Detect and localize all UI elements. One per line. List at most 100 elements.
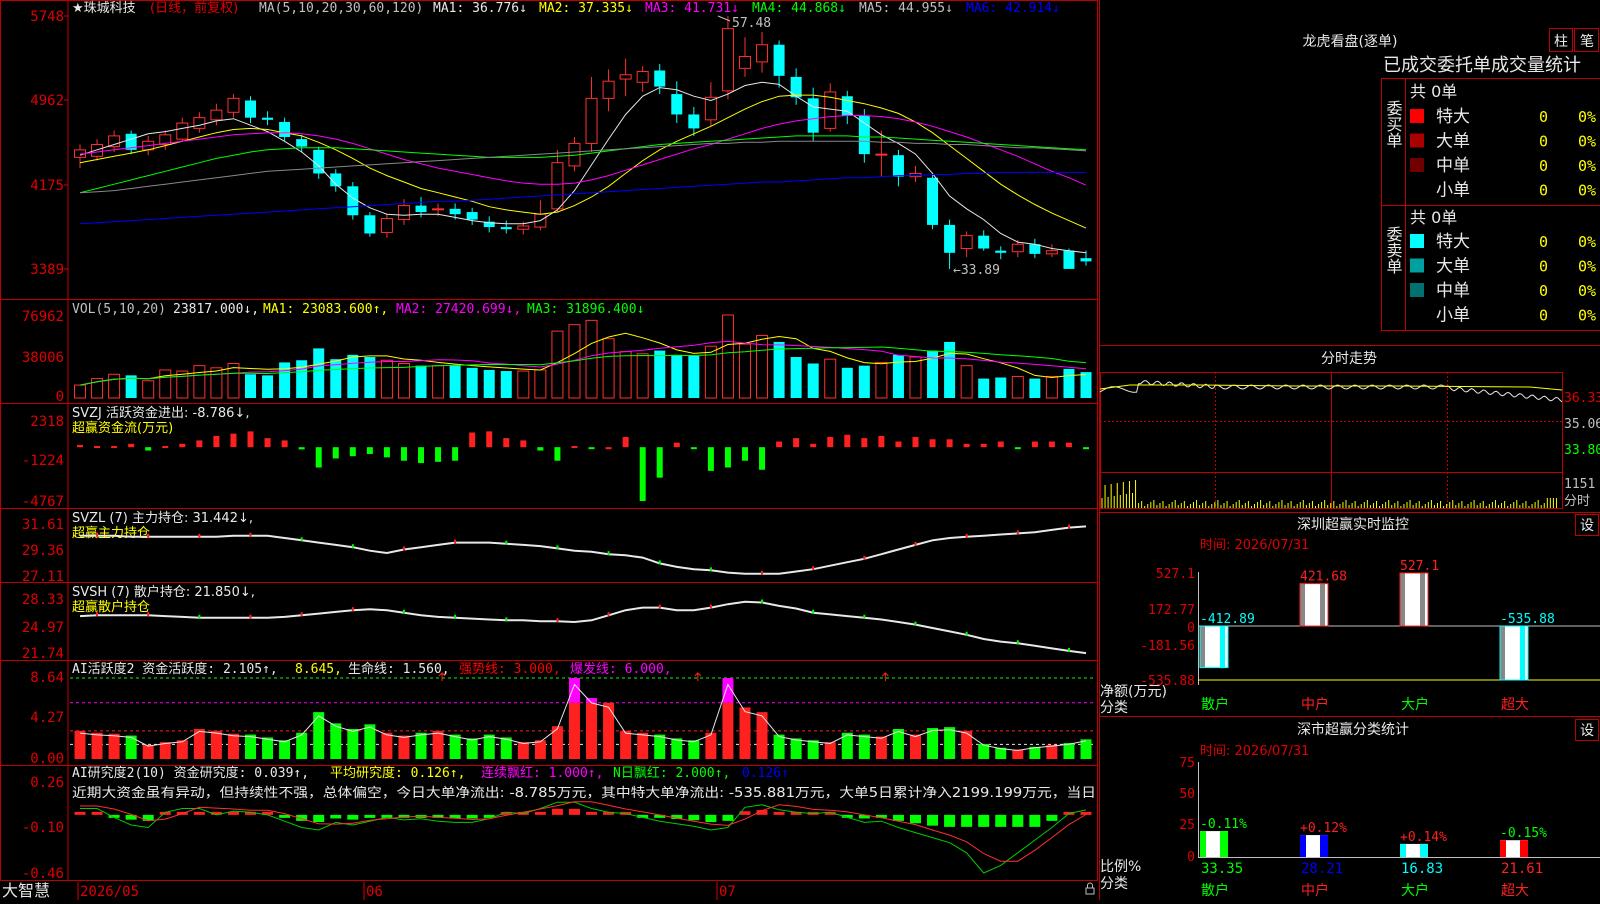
research-bar [467, 815, 478, 819]
research-bar [944, 815, 955, 827]
classify-value: 16.83 [1401, 861, 1443, 877]
date-label[interactable]: 2026/05 [80, 884, 139, 900]
holding-mark [556, 618, 558, 622]
volume-bar [1012, 376, 1023, 398]
research-bar [774, 812, 785, 815]
volume-bar [1081, 372, 1092, 398]
classify-x-title: 分类 [1100, 876, 1128, 892]
volume-ma1: MA1: 23083.600↑, [263, 302, 388, 317]
svzj-tick: 2318 [30, 414, 64, 430]
volume-ma2: MA2: 27420.699↓, [396, 302, 521, 317]
holding-mark [198, 534, 200, 538]
holding-mark [250, 615, 252, 619]
activity-bar [825, 742, 836, 759]
volume-value: 23817.000↓, [173, 302, 259, 317]
sell-total: 共 0单 [1410, 208, 1457, 227]
chart-mode: (日线，前复权) [150, 0, 238, 16]
classify-y-title: 比例% [1100, 859, 1141, 875]
buy-total: 共 0单 [1410, 82, 1457, 101]
svsh-tick: 24.97 [22, 620, 64, 636]
fund-flow-bar [265, 438, 271, 447]
svzj-subheader: 超赢资金流(万元) [72, 420, 173, 436]
order-color-swatch [1410, 183, 1424, 197]
svzl-subheader: 超赢主力持仓 [72, 525, 150, 541]
activity-bar [143, 745, 154, 759]
ma5-value: MA5: 44.955↓ [859, 1, 953, 16]
fund-flow-bar [554, 447, 560, 461]
monitor-bar-label: 超大 [1501, 697, 1529, 713]
classify-settings-label: 设 [1580, 723, 1594, 739]
tab-bar-column-label: 柱 [1554, 34, 1568, 50]
holding-mark [301, 612, 303, 616]
monitor-bar-label: 大户 [1401, 696, 1429, 713]
activity-bar [654, 735, 665, 759]
holding-mark [710, 605, 712, 609]
volume-header: VOL(5,10,20) 23817.000↓, MA1: 23083.600↑… [72, 302, 644, 317]
svsh-tick: 21.74 [22, 646, 64, 662]
research-bar [364, 815, 375, 818]
volume-bar [296, 360, 307, 398]
volume-bar [364, 357, 375, 398]
activity-bar [535, 740, 546, 759]
holding-mark [454, 540, 456, 544]
volume-def: VOL(5,10,20) [72, 302, 166, 317]
activity-bar [279, 740, 290, 759]
classify-label: 散户 [1201, 882, 1229, 899]
monitor-tick: 527.1 [1156, 567, 1195, 582]
intraday-tick: 36.33 [1564, 391, 1600, 406]
holding-mark [96, 533, 98, 537]
fund-flow-bar [878, 436, 884, 447]
fund-flow-bar [606, 447, 612, 449]
activity-bar [603, 703, 614, 759]
date-label[interactable]: 06 [366, 884, 383, 900]
ai-research-header: AI研究度2(10) 资金研究度: 0.039↑, 平均研究度: 0.126↑,… [72, 765, 789, 781]
volume-bar [143, 381, 154, 398]
order-percent: 0% [1578, 133, 1596, 151]
classify-tick: 25 [1179, 818, 1195, 833]
monitor-bar-value: 421.68 [1300, 570, 1347, 585]
holding-mark [659, 605, 661, 609]
sell-side-label: 委卖单 [1384, 226, 1403, 274]
volume-bar [842, 368, 853, 398]
fund-flow-bar [657, 447, 663, 477]
ai-activity-axis: 8.64 4.27 0.00 [30, 670, 64, 767]
activity-bar [518, 742, 529, 759]
fund-flow-bar [1032, 442, 1038, 448]
classify-time: 时间: 2026/07/31 [1200, 744, 1309, 759]
buy-side-label: 委买单 [1384, 100, 1403, 148]
order-count: 0 [1539, 182, 1548, 200]
activity-bar [620, 731, 631, 759]
classify-tick: 0 [1187, 850, 1195, 865]
activity-bar [433, 731, 444, 759]
ai-research-commentary: 近期大资金虽有异动，但持续性不强，总体偏空，今日大单净流出: -8.785万元，… [72, 785, 1096, 801]
holding-mark [147, 612, 149, 616]
volume-bar [876, 362, 887, 398]
fund-flow-bar [486, 431, 492, 447]
dragon-columns-title: 已成交委托单成交量统计 [1383, 55, 1581, 76]
ai-research-main: AI研究度2(10) 资金研究度: 0.039↑, [72, 765, 309, 781]
activity-bar [722, 703, 733, 759]
fund-flow-bar [248, 431, 254, 447]
activity-bar [160, 742, 171, 759]
activity-bar [381, 733, 392, 759]
price-header: ★珠城科技 (日线，前复权) MA(5,10,20,30,60,120) MA1… [72, 0, 1060, 16]
svzj-tick: -4767 [22, 494, 64, 510]
volume-bar [825, 359, 836, 398]
ai-activity-tick: 0.00 [30, 751, 64, 767]
order-count: 0 [1539, 282, 1548, 300]
order-percent: 0% [1578, 108, 1596, 126]
date-label[interactable]: 07 [719, 884, 736, 900]
activity-bar [450, 735, 461, 759]
fund-flow-bar [1015, 447, 1021, 449]
ma1-value: MA1: 36.776↓ [433, 1, 527, 16]
fund-flow-bar [213, 436, 219, 447]
holding-mark [352, 544, 354, 548]
fund-flow-bar [1083, 447, 1089, 449]
svsh-tick: 28.33 [22, 592, 64, 608]
holding-mark [659, 560, 661, 564]
fund-flow-bar [742, 447, 748, 461]
volume-bar [484, 370, 495, 398]
holding-mark [147, 534, 149, 538]
fund-flow-bar [947, 439, 953, 447]
order-color-swatch [1410, 234, 1424, 248]
